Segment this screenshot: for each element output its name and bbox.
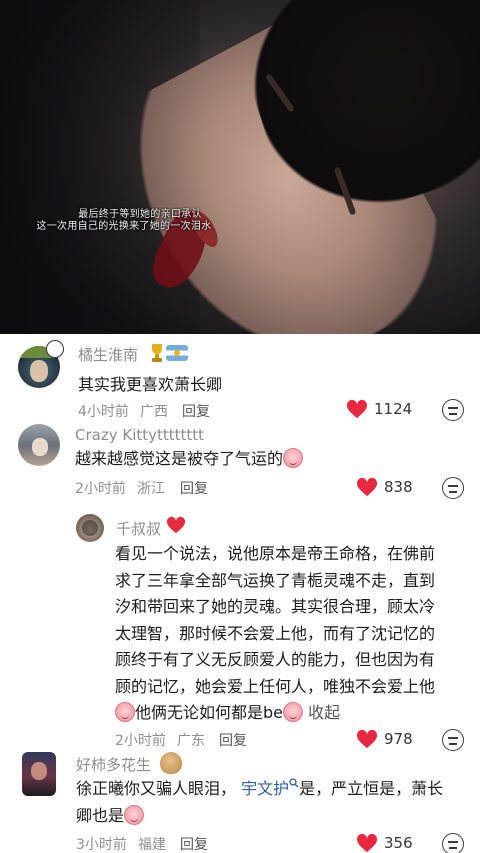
comment-line: 求了三年拿全部气运换了青栀灵魂不走，直到 xyxy=(115,570,436,590)
comment-text-a: 徐正曦你又骗人眼泪， xyxy=(76,779,237,798)
commenter-name[interactable]: 千叔叔 xyxy=(116,518,161,539)
comment-item: 千叔叔 看见一个说法，说他原本是帝王命格，在佛前 求了三年拿全部气运换了青栀灵魂… xyxy=(0,512,480,752)
avatar[interactable] xyxy=(18,424,60,466)
comment-location: 广西 xyxy=(140,404,168,420)
peanut-badge-icon xyxy=(160,752,182,774)
comment-line: 顾终于有了义无反顾爱人的能力，但也因为有 xyxy=(115,650,436,669)
video-subtitle-line2: 这一次用自己的光换来了她的一次泪水 xyxy=(36,221,212,232)
like-count: 356 xyxy=(384,834,413,852)
comment-line: 太理智，那时候不会爱上他，而有了沈记忆的 xyxy=(115,623,436,643)
comment-line-text: 卿也是 xyxy=(76,805,125,825)
comment-text-content: 越来越感觉这是被夺了气运的 xyxy=(75,449,284,468)
reply-button[interactable]: 回复 xyxy=(180,478,208,498)
dislike-button[interactable] xyxy=(442,729,464,751)
like-button[interactable]: 978 xyxy=(356,729,413,749)
avatar[interactable] xyxy=(76,514,104,542)
comment-text: 徐正曦你又骗人眼泪， 宇文护 是，严立恒是，萧长 卿也是 xyxy=(76,776,476,829)
crying-face-icon xyxy=(124,804,145,825)
dislike-button[interactable] xyxy=(442,833,464,853)
search-icon xyxy=(289,778,299,788)
reply-button[interactable]: 回复 xyxy=(219,730,247,750)
comment-time: 3小时前 xyxy=(76,837,127,853)
heart-icon xyxy=(356,833,378,853)
like-button[interactable]: 838 xyxy=(356,477,413,497)
reply-button[interactable]: 回复 xyxy=(182,401,210,421)
crying-face-icon xyxy=(283,448,304,468)
reply-button[interactable]: 回复 xyxy=(180,834,208,853)
commenter-name[interactable]: Crazy Kittytttttttt xyxy=(75,426,204,444)
comment-line: 顾的记忆，她会爱上任何人，唯独不会爱上他 xyxy=(115,676,436,696)
comment-text-b: 是，严立恒是，萧长 xyxy=(299,779,444,798)
comment-line-text: 他俩无论如何都是be xyxy=(135,703,284,722)
video-player[interactable]: 最后终于等到她的亲口承认 这一次用自己的光换来了她的一次泪水 xyxy=(0,0,480,334)
heart-icon xyxy=(356,729,378,749)
comment-line: 看见一个说法，说他原本是帝王命格，在佛前 xyxy=(115,544,436,563)
heart-icon xyxy=(346,399,368,419)
comment-item: Crazy Kittytttttttt 越来越感觉这是被夺了气运的 2小时前 浙… xyxy=(0,424,480,512)
comment-location: 福建 xyxy=(138,837,166,853)
red-heart-icon xyxy=(166,516,186,534)
avatar[interactable] xyxy=(22,752,56,796)
comment-item: 好柿多花生 徐正曦你又骗人眼泪， 宇文护 是，严立恒是，萧长 卿也是 3小时前 福… xyxy=(0,752,480,853)
search-link[interactable]: 宇文护 xyxy=(241,779,289,798)
comment-text: 其实我更喜欢萧长卿 xyxy=(78,375,223,394)
comment-item: 橘生淮南 其实我更喜欢萧长卿 4小时前 广西 回复 1124 xyxy=(0,334,480,424)
dislike-button[interactable] xyxy=(442,399,464,421)
soccer-ball-icon xyxy=(46,340,64,358)
comment-line: 徐正曦你又骗人眼泪， 宇文护 是，严立恒是，萧长 xyxy=(76,776,476,803)
crying-face-icon xyxy=(283,702,304,722)
comment-time: 4小时前 xyxy=(78,404,129,420)
like-button[interactable]: 1124 xyxy=(346,399,412,419)
crying-face-icon xyxy=(115,702,135,722)
comment-text: 看见一个说法，说他原本是帝王命格，在佛前 求了三年拿全部气运换了青栀灵魂不走，直… xyxy=(115,541,475,727)
like-count: 978 xyxy=(384,730,413,748)
comment-location: 浙江 xyxy=(137,481,165,497)
like-count: 1124 xyxy=(374,400,413,418)
trophy-icon xyxy=(152,344,162,362)
like-button[interactable]: 356 xyxy=(356,833,413,853)
argentina-flag-icon xyxy=(166,345,188,361)
comment-line: 他俩无论如何都是be 收起 xyxy=(115,700,475,727)
comment-time: 2小时前 xyxy=(115,733,166,749)
commenter-name[interactable]: 橘生淮南 xyxy=(78,344,138,365)
comment-text: 越来越感觉这是被夺了气运的 xyxy=(75,446,304,473)
heart-icon xyxy=(356,477,378,497)
dislike-button[interactable] xyxy=(442,477,464,499)
comment-time: 2小时前 xyxy=(75,481,126,497)
like-count: 838 xyxy=(384,478,413,496)
collapse-button[interactable]: 收起 xyxy=(308,703,340,722)
commenter-name[interactable]: 好柿多花生 xyxy=(76,754,151,775)
comment-line: 卿也是 xyxy=(76,803,476,830)
comment-location: 广东 xyxy=(177,733,205,749)
comment-line: 汐和带回来了她的灵魂。其实很合理，顾太冷 xyxy=(115,597,436,616)
